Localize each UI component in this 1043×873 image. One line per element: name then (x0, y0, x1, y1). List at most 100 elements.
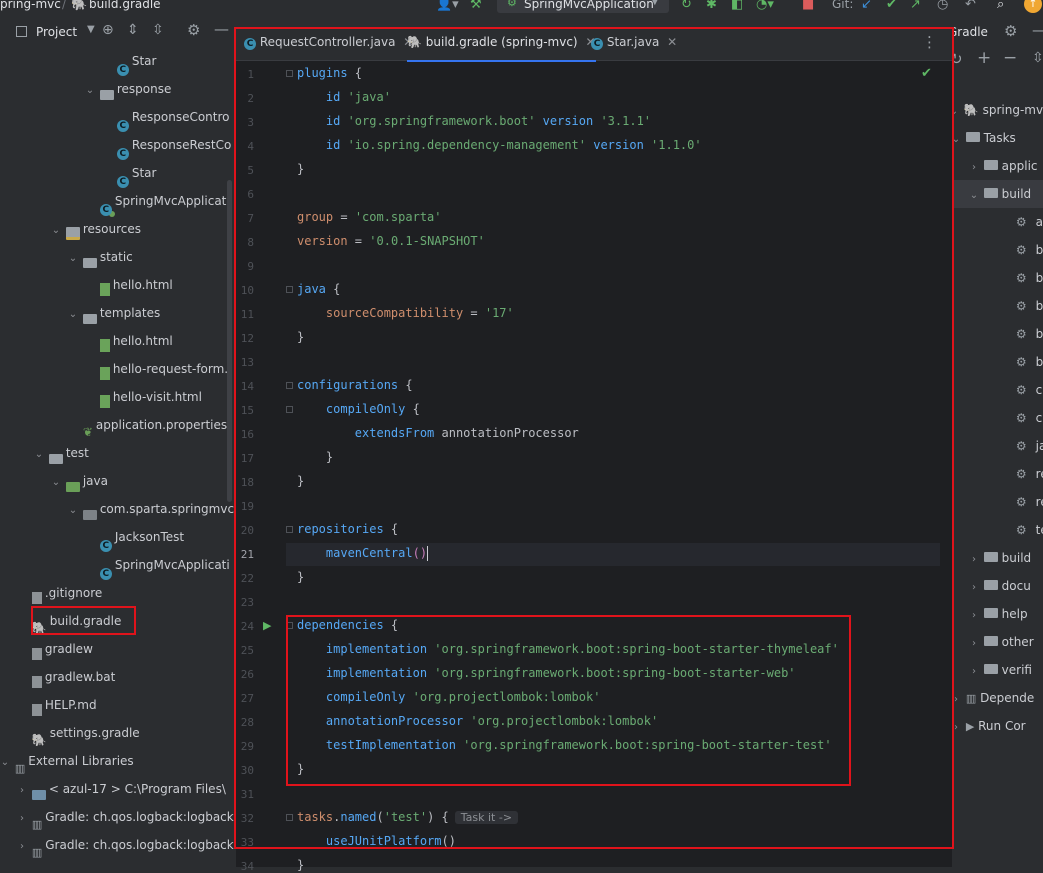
project-tree-item[interactable]: CStar (101, 47, 156, 76)
gradle-tree-item[interactable]: ⚙ te (1000, 516, 1043, 544)
gradle-tree-item[interactable]: ⌄ build (968, 180, 1031, 208)
gradle-tree-item[interactable]: ⌄ Tasks (952, 124, 1016, 152)
project-scrollbar[interactable] (227, 180, 232, 502)
code-line[interactable]: mavenCentral() (297, 546, 429, 561)
run-config-selector[interactable]: ⚙ SpringMvcApplication ▼ (497, 0, 669, 13)
code-view[interactable]: 1 plugins {2 id 'java' 3 id 'org.springfra… (236, 60, 952, 873)
rollback-icon[interactable]: ↶ (965, 0, 976, 12)
chevron-down-icon[interactable]: ⌄ (968, 182, 980, 210)
editor-tab[interactable]: C RequestController.java ✕ (244, 28, 413, 60)
search-icon[interactable]: ⌕ (997, 0, 1004, 12)
gradle-tree-item[interactable]: › help (968, 600, 1028, 628)
gradle-tree-item[interactable]: › applic (968, 152, 1038, 180)
project-tree-item[interactable]: ⌄ test (33, 439, 89, 467)
project-tree-item[interactable]: ❦ application.properties (67, 411, 227, 439)
gradle-tree-item[interactable]: › verifi (968, 656, 1032, 684)
project-tree-item[interactable]: gradlew (16, 635, 93, 663)
gradle-tree-item[interactable]: › build (968, 544, 1031, 572)
run-icon[interactable]: ▶ (263, 619, 271, 632)
project-tree-item[interactable]: CJacksonTest (84, 523, 184, 552)
project-tree-item[interactable]: CSpringMvcApplicati (84, 551, 230, 580)
code-line[interactable]: dependencies { (297, 618, 398, 632)
chevron-down-icon[interactable]: ⌄ (67, 497, 79, 525)
code-line[interactable]: } (297, 762, 304, 776)
project-tree-item[interactable]: .gitignore (16, 579, 102, 607)
gradle-tree-item[interactable]: ⚙ cle (1000, 404, 1043, 432)
fold-marker-icon[interactable] (286, 814, 293, 821)
project-tree-item[interactable]: ⌄ templates (67, 299, 160, 327)
code-line[interactable]: testImplementation 'org.springframework.… (297, 738, 832, 752)
fold-marker-icon[interactable] (286, 622, 293, 629)
project-tree-item[interactable]: CResponseContro (101, 103, 230, 132)
fold-marker-icon[interactable] (286, 286, 293, 293)
code-line[interactable]: } (297, 162, 304, 176)
chevron-right-icon[interactable]: › (968, 154, 980, 182)
code-line[interactable]: java { (297, 282, 340, 296)
project-tree-item[interactable]: gradlew.bat (16, 663, 115, 691)
code-line[interactable]: implementation 'org.springframework.boot… (297, 666, 796, 680)
editor-tab[interactable]: C Star.java ✕ (591, 28, 677, 60)
chevron-right-icon[interactable]: › (16, 833, 28, 861)
debug-icon[interactable]: ✱ (706, 0, 717, 12)
project-tree-item[interactable]: ⌄ com.sparta.springmvc (67, 495, 234, 523)
gradle-tree-item[interactable]: ⚙ bo (1000, 264, 1043, 292)
chevron-down-icon[interactable]: ⌄ (0, 749, 11, 777)
chevron-right-icon[interactable]: › (968, 574, 980, 602)
code-line[interactable]: tasks.named('test') {Task it -> (297, 810, 519, 824)
rerun-icon[interactable]: ↻ (681, 0, 692, 12)
code-line[interactable]: compileOnly 'org.projectlombok:lombok' (297, 690, 601, 704)
chevron-right-icon[interactable]: › (968, 602, 980, 630)
code-line[interactable]: plugins { (297, 66, 362, 80)
fold-marker-icon[interactable] (286, 526, 293, 533)
project-tree-item[interactable]: hello.html (84, 327, 173, 355)
code-line[interactable]: useJUnitPlatform() (297, 834, 456, 848)
gradle-tree-item[interactable]: ⌄ 🐘 spring-mvc (952, 96, 1043, 124)
fold-marker-icon[interactable] (286, 70, 293, 77)
fold-marker-icon[interactable] (286, 382, 293, 389)
chevron-right-icon[interactable]: › (952, 714, 962, 742)
fold-marker-icon[interactable] (286, 406, 293, 413)
gradle-tree-item[interactable]: ⚙ bu (1000, 320, 1043, 348)
project-tree-item[interactable]: 🐘 settings.gradle (16, 719, 140, 747)
profile-icon[interactable]: ◔▾ (756, 0, 774, 12)
code-line[interactable]: } (297, 330, 304, 344)
chevron-down-icon[interactable]: ⌄ (952, 126, 962, 154)
close-icon[interactable]: ✕ (667, 35, 677, 49)
chevron-down-icon[interactable]: ⌄ (50, 217, 62, 245)
gradle-tree-item[interactable]: ⚙ re (1000, 488, 1043, 516)
git-commit-icon[interactable]: ✔ (886, 0, 897, 12)
project-tree-item[interactable]: CResponseRestCo (101, 131, 231, 160)
project-tree-item[interactable]: 🐘 build.gradle (16, 607, 122, 635)
gradle-tree-item[interactable]: › docu (968, 572, 1031, 600)
project-tree-item[interactable]: › ▥ Gradle: ch.qos.logback:logback-c (16, 831, 245, 859)
code-line[interactable]: } (297, 450, 333, 464)
project-tree-item[interactable]: CStar (101, 159, 156, 188)
project-tree-item[interactable]: hello-request-form. (84, 355, 228, 383)
code-line[interactable]: id 'org.springframework.boot' version '3… (297, 114, 651, 128)
chevron-down-icon[interactable]: ⌄ (952, 98, 960, 126)
gradle-tree-item[interactable]: › other (968, 628, 1034, 656)
chevron-down-icon[interactable]: ⌄ (50, 469, 62, 497)
project-tree-item[interactable]: ⌄ java (50, 467, 108, 495)
project-tree-item[interactable]: ⌄ static (67, 243, 133, 271)
chevron-down-icon[interactable]: ⌄ (33, 441, 45, 469)
chevron-right-icon[interactable]: › (968, 630, 980, 658)
user-icon[interactable]: 👤▾ (436, 0, 459, 12)
code-line[interactable]: } (297, 570, 304, 584)
hammer-icon[interactable]: ⚒ (470, 0, 482, 12)
project-tree-item[interactable]: ⌄ resources (50, 215, 141, 243)
code-line[interactable]: annotationProcessor 'org.projectlombok:l… (297, 714, 658, 728)
code-line[interactable]: } (297, 858, 304, 872)
gradle-tree-item[interactable]: ⚙ bo (1000, 236, 1043, 264)
gradle-tree-item[interactable]: ⚙ re (1000, 460, 1043, 488)
git-push-icon[interactable]: ↗ (910, 0, 921, 12)
code-line[interactable]: implementation 'org.springframework.boot… (297, 642, 839, 656)
editor-tab[interactable]: 🐘 build.gradle (spring-mvc) ✕ (407, 28, 596, 62)
gradle-tree-item[interactable]: ⚙ jar (1000, 432, 1043, 460)
git-update-icon[interactable]: ↙ (861, 0, 872, 12)
chevron-right-icon[interactable]: › (16, 805, 28, 833)
project-tree-item[interactable]: › < azul-17 > C:\Program Files\ (16, 775, 226, 803)
inspection-ok-icon[interactable]: ✔ (921, 66, 932, 81)
gradle-tree-item[interactable]: ⚙ bu (1000, 292, 1043, 320)
chevron-down-icon[interactable]: ⌄ (84, 77, 96, 105)
